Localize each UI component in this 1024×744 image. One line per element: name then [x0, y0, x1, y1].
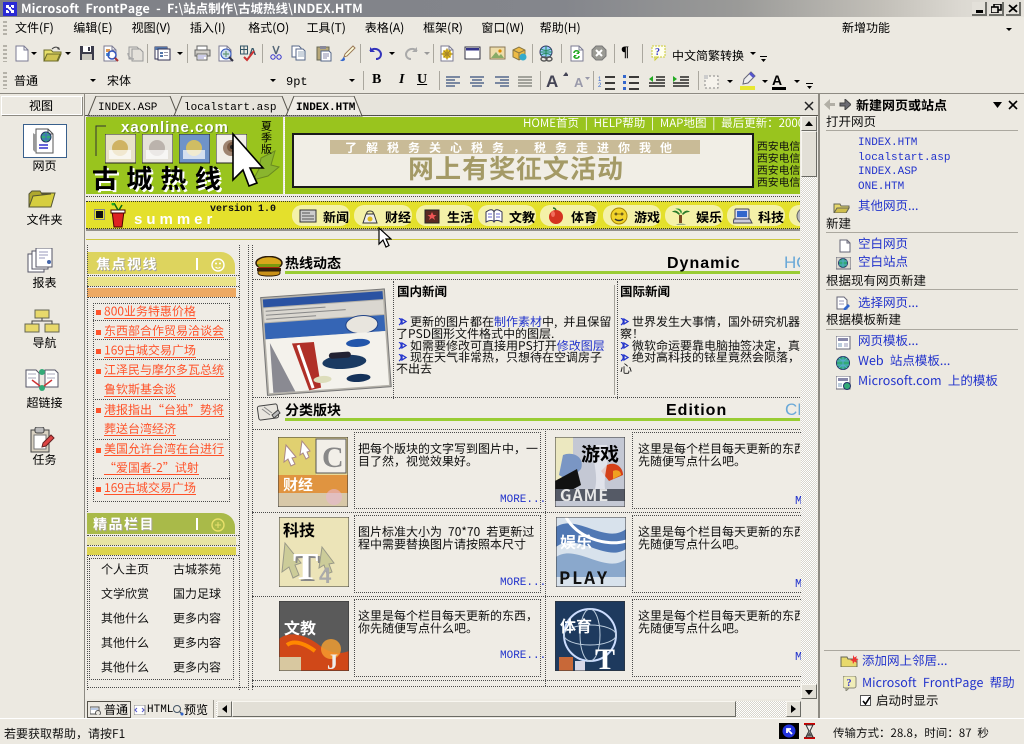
- svg-text:?: ?: [847, 678, 852, 689]
- svg-text:T: T: [293, 546, 318, 587]
- svg-text:2: 2: [598, 83, 602, 89]
- svg-text:A: A: [772, 72, 782, 88]
- svg-text:J: J: [327, 649, 338, 671]
- svg-text:4: 4: [319, 563, 332, 587]
- svg-text:T: T: [595, 643, 615, 671]
- svg-text:A: A: [546, 72, 558, 90]
- svg-text:?: ?: [655, 47, 660, 58]
- svg-text:A: A: [574, 75, 584, 89]
- svg-text:C: C: [322, 441, 344, 474]
